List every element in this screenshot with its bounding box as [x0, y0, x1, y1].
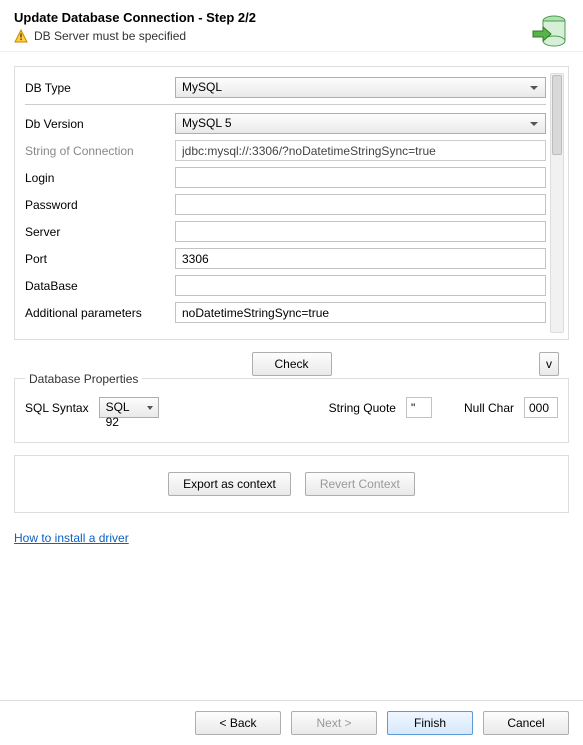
login-label: Login: [25, 171, 175, 185]
warning-icon: [14, 29, 28, 43]
check-button[interactable]: Check: [252, 352, 332, 376]
divider: [25, 104, 546, 105]
null-char-field[interactable]: [524, 397, 558, 418]
finish-button[interactable]: Finish: [387, 711, 473, 735]
server-field[interactable]: [175, 221, 546, 242]
db-type-select[interactable]: MySQL: [175, 77, 546, 98]
revert-context-button: Revert Context: [305, 472, 415, 496]
string-quote-label: String Quote: [329, 401, 396, 415]
scrollbar-thumb[interactable]: [552, 75, 562, 155]
database-label: DataBase: [25, 279, 175, 293]
port-field[interactable]: [175, 248, 546, 269]
additional-params-label: Additional parameters: [25, 306, 175, 320]
install-driver-link[interactable]: How to install a driver: [14, 531, 129, 545]
port-label: Port: [25, 252, 175, 266]
password-label: Password: [25, 198, 175, 212]
wizard-header: Update Database Connection - Step 2/2 DB…: [0, 0, 583, 52]
connection-form-panel: DB Type MySQL Db Version MySQL 5 String …: [14, 66, 569, 340]
scrollbar[interactable]: [550, 73, 564, 333]
password-field[interactable]: [175, 194, 546, 215]
cancel-button[interactable]: Cancel: [483, 711, 569, 735]
db-version-label: Db Version: [25, 117, 175, 131]
db-version-select[interactable]: MySQL 5: [175, 113, 546, 134]
chevron-down-icon: v: [546, 357, 552, 371]
expand-button[interactable]: v: [539, 352, 559, 376]
db-type-label: DB Type: [25, 81, 175, 95]
additional-params-field[interactable]: [175, 302, 546, 323]
back-button[interactable]: < Back: [195, 711, 281, 735]
database-properties-panel: Database Properties SQL Syntax SQL 92 St…: [14, 378, 569, 443]
page-title: Update Database Connection - Step 2/2: [14, 10, 569, 25]
null-char-label: Null Char: [464, 401, 514, 415]
warning-text: DB Server must be specified: [34, 29, 186, 43]
export-context-button[interactable]: Export as context: [168, 472, 291, 496]
context-panel: Export as context Revert Context: [14, 455, 569, 513]
database-field[interactable]: [175, 275, 546, 296]
warning-row: DB Server must be specified: [14, 29, 569, 43]
conn-string-field: [175, 140, 546, 161]
database-properties-legend: Database Properties: [25, 372, 142, 386]
server-label: Server: [25, 225, 175, 239]
login-field[interactable]: [175, 167, 546, 188]
conn-string-label: String of Connection: [25, 144, 175, 158]
string-quote-field[interactable]: [406, 397, 432, 418]
sql-syntax-label: SQL Syntax: [25, 401, 89, 415]
wizard-footer: < Back Next > Finish Cancel: [0, 700, 583, 745]
sql-syntax-select[interactable]: SQL 92: [99, 397, 159, 418]
next-button: Next >: [291, 711, 377, 735]
database-wizard-icon: [527, 10, 569, 52]
